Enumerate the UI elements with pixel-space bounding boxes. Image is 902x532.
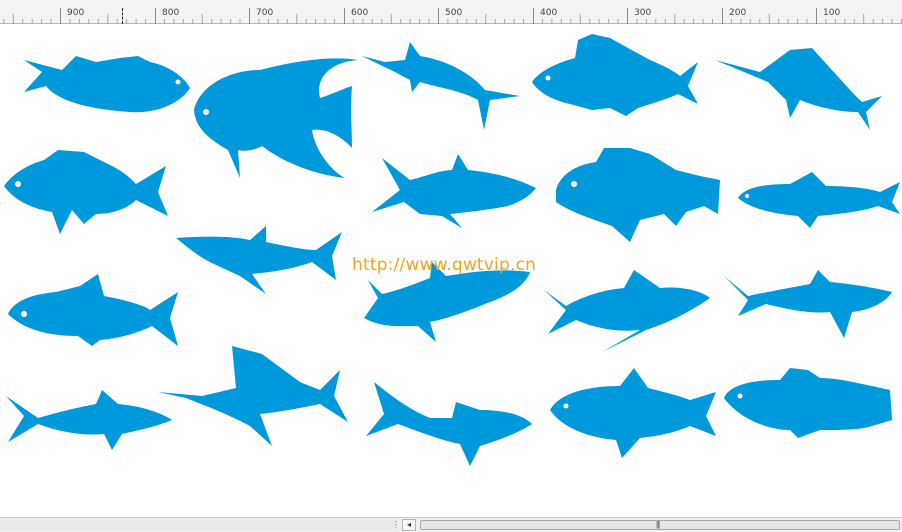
scroll-left-button[interactable]: ◂ xyxy=(402,519,416,531)
mackerel-icon[interactable] xyxy=(738,172,900,228)
carp-icon[interactable] xyxy=(550,368,716,458)
watermark-url: http://www.qwtvip.cn xyxy=(352,255,537,275)
blue-shark-icon[interactable] xyxy=(724,270,892,338)
angelfish-icon[interactable] xyxy=(194,58,358,178)
ruler-label: 800 xyxy=(162,8,180,18)
ruler-cursor-marker xyxy=(122,8,123,24)
horizontal-ruler[interactable]: 900 800 700 600 500 400 300 200 100 xyxy=(0,0,902,24)
scrollbar-grip-icon: ||| xyxy=(656,520,660,529)
split-grip-icon[interactable]: ⋮ xyxy=(392,520,400,529)
shark-icon[interactable] xyxy=(372,154,536,228)
rockfish-icon[interactable] xyxy=(532,34,698,116)
drawing-canvas[interactable]: http://www.qwtvip.cn xyxy=(0,25,902,517)
scrollbar-thumb[interactable] xyxy=(420,520,900,530)
hammerhead-shark-icon[interactable] xyxy=(366,382,532,466)
ruler-label: 100 xyxy=(823,8,841,18)
mako-shark-icon[interactable] xyxy=(544,270,710,352)
ruler-label: 900 xyxy=(67,8,85,18)
ruler-label: 300 xyxy=(634,8,652,18)
perch-icon[interactable] xyxy=(8,274,178,346)
ruler-label: 700 xyxy=(256,8,274,18)
snapper-icon[interactable] xyxy=(4,150,168,234)
reef-shark-icon[interactable] xyxy=(176,226,342,294)
horizontal-scrollbar[interactable]: ⋮ ◂ ||| xyxy=(0,517,902,532)
sailfish-leaping-icon[interactable] xyxy=(158,346,348,446)
marlin-icon[interactable] xyxy=(362,42,520,130)
coelacanth-icon[interactable] xyxy=(724,368,892,438)
ruler-label: 600 xyxy=(351,8,369,18)
page-tabs-area xyxy=(0,519,398,531)
tiger-shark-icon[interactable] xyxy=(6,390,172,450)
ruler-label: 500 xyxy=(445,8,463,18)
ruler-label: 400 xyxy=(540,8,558,18)
bass-fish-icon[interactable] xyxy=(24,56,190,113)
sailfish-icon[interactable] xyxy=(715,48,882,130)
ruler-label: 200 xyxy=(729,8,747,18)
scorpionfish-icon[interactable] xyxy=(556,148,720,242)
